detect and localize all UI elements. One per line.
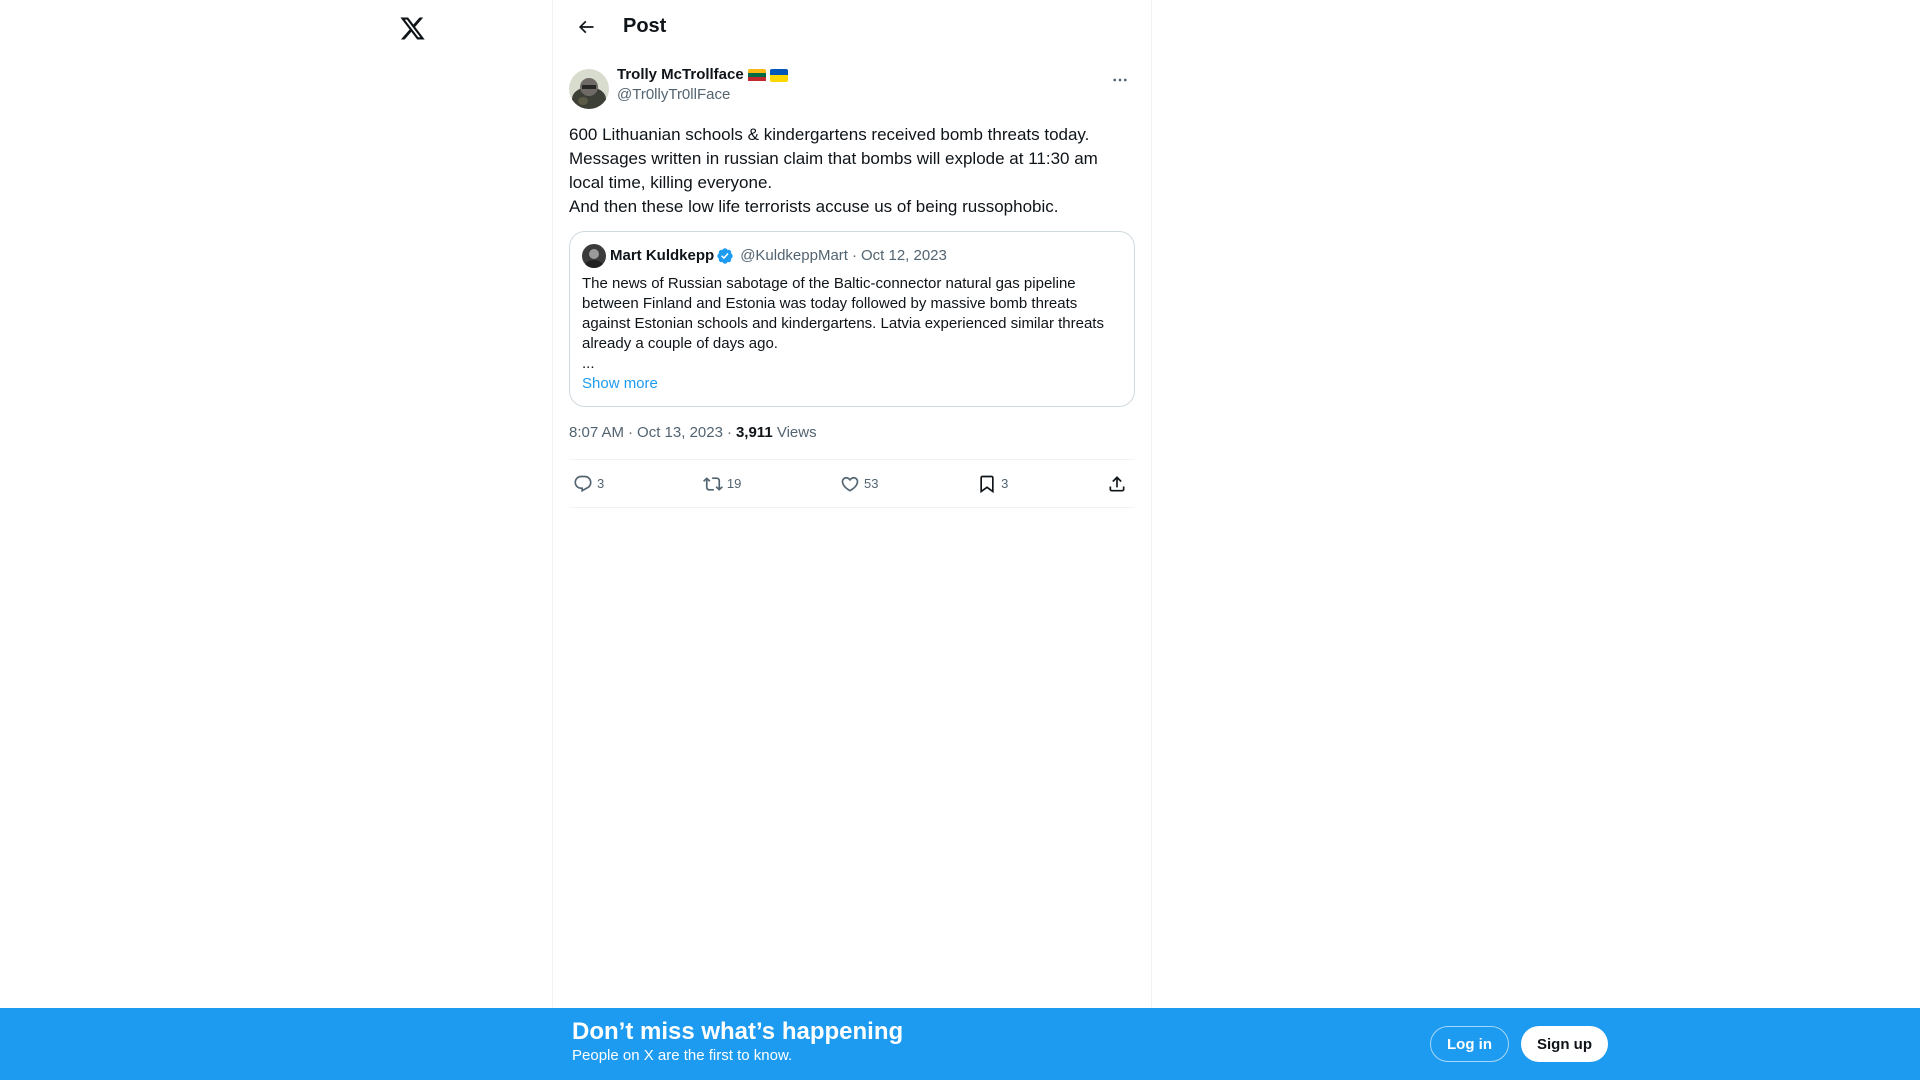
post-time[interactable]: 8:07 AM [569,424,624,441]
views-count: 3,911 [735,424,773,441]
post: Trolly McTrollface @Tr0llyTr0llFace 600 … [553,53,1151,508]
separator-dot: · [851,247,857,264]
reply-count: 3 [597,476,605,491]
left-rail [0,0,552,1080]
show-more-link[interactable]: Show more [582,374,658,394]
login-button[interactable]: Log in [1430,1026,1509,1062]
post-header: Trolly McTrollface @Tr0llyTr0llFace [569,65,1135,115]
back-button[interactable] [569,10,603,44]
primary-column: Post Trolly McTrollface @Tr0llyTr0llFace… [552,0,1152,1080]
more-options-button[interactable] [1105,65,1135,95]
bookmark-icon [980,475,994,493]
banner-title: Don’t miss what’s happening [572,1018,904,1045]
quoted-post-text: The news of Russian sabotage of the Balt… [582,275,1104,352]
share-button[interactable] [1107,474,1131,494]
author-info: Trolly McTrollface @Tr0llyTr0llFace [617,65,788,105]
bookmark-count: 3 [1001,476,1009,491]
verified-badge-icon [716,247,734,265]
post-actions: 3 19 53 3 [569,460,1135,508]
quoted-post-ellipsis: ... [582,355,595,372]
arrow-left-icon [578,20,594,33]
post-metadata: 8:07 AM · Oct 13, 2023 · 3,911 Views [569,423,1135,460]
repost-count: 19 [726,476,742,491]
quoted-post[interactable]: Mart Kuldkepp @KuldkeppMart · Oct 12, 20… [569,231,1135,407]
lithuania-flag-icon [747,68,766,82]
heart-icon [841,476,859,492]
share-icon [1109,475,1125,491]
quoted-author-handle: @KuldkeppMart [740,247,848,264]
bookmark-button[interactable]: 3 [977,474,1008,494]
quoted-author-avatar [582,244,606,268]
separator-dot: · [726,424,732,441]
quoted-post-date: Oct 12, 2023 [860,247,947,264]
author-name[interactable]: Trolly McTrollface [617,65,744,85]
views-label: Views [776,424,817,441]
banner-subtitle: People on X are the first to know. [572,1047,793,1064]
author-handle[interactable]: @Tr0llyTr0llFace [617,85,788,105]
page-title: Post [623,15,667,37]
signup-button[interactable]: Sign up [1521,1026,1608,1062]
repost-button[interactable]: 19 [702,474,742,494]
separator-dot: · [628,424,634,441]
x-logo-icon[interactable] [396,12,428,44]
more-icon [1113,78,1127,82]
quoted-post-header: Mart Kuldkepp @KuldkeppMart · Oct 12, 20… [582,244,1122,268]
post-date[interactable]: Oct 13, 2023 [637,424,723,441]
post-text: 600 Lithuanian schools & kindergartens r… [569,125,1098,216]
banner-buttons: Log in Sign up [1430,1026,1608,1062]
top-bar: Post [553,0,1151,53]
reply-icon [574,475,592,492]
reply-button[interactable]: 3 [573,474,604,494]
quoted-author-name: Mart Kuldkepp [610,247,715,264]
banner-text: Don’t miss what’s happening People on X … [572,1018,903,1066]
ukraine-flag-icon [769,68,788,82]
like-button[interactable]: 53 [840,474,878,494]
signup-banner: Don’t miss what’s happening People on X … [0,1008,1920,1080]
author-avatar[interactable] [569,69,609,109]
like-count: 53 [863,476,879,491]
repost-icon [702,476,723,491]
